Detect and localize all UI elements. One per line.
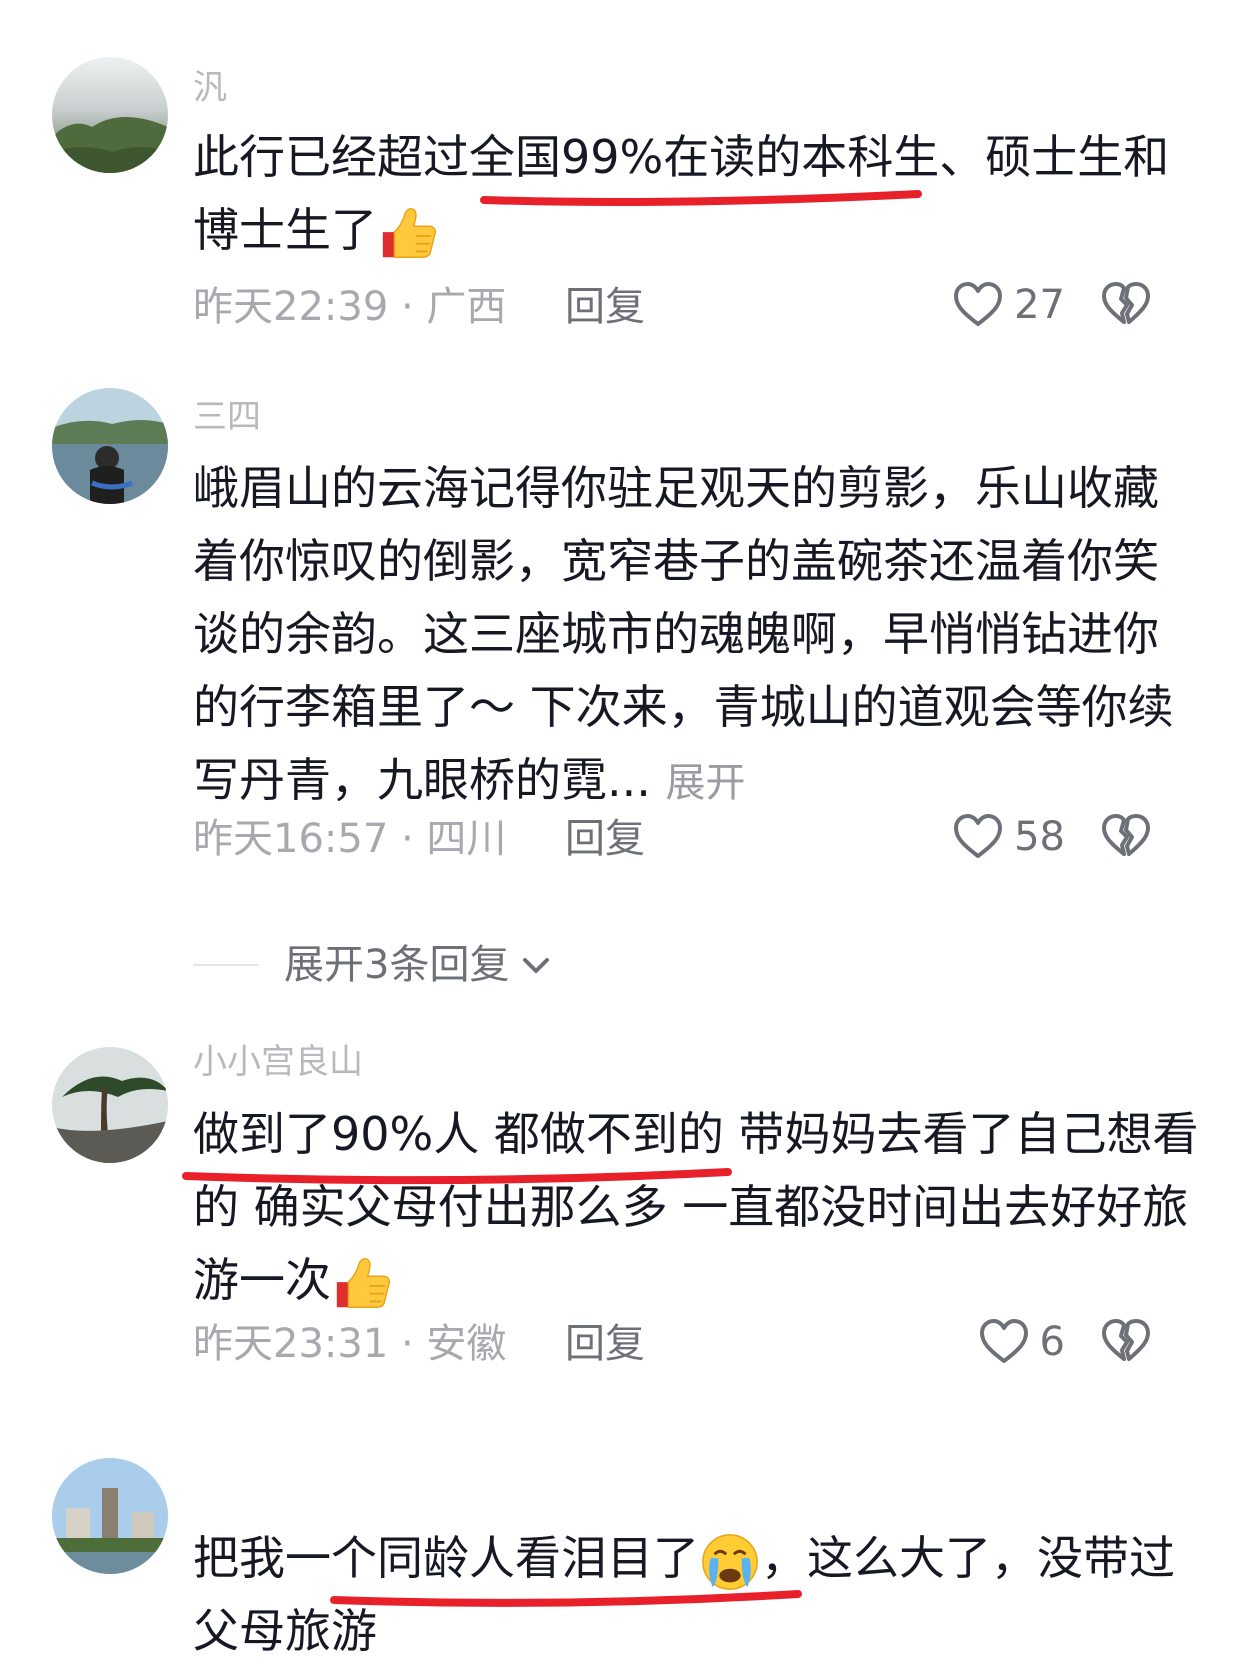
broken-heart-icon	[1100, 1316, 1152, 1368]
expand-replies-label: 展开3条回复	[284, 942, 510, 988]
chevron-down-icon	[519, 948, 553, 982]
like-count: 58	[1014, 814, 1065, 860]
avatar[interactable]	[52, 1047, 168, 1163]
heart-outline-icon	[952, 279, 1004, 331]
expand-button[interactable]: 展开	[666, 760, 746, 806]
comment-text: 做到了90%人 都做不到的 带妈妈去看了自己想看的 确实父母付出那么多 一直都没…	[193, 1098, 1203, 1317]
broken-heart-icon	[1100, 811, 1152, 863]
dislike-button[interactable]	[1100, 1316, 1152, 1380]
dislike-button[interactable]	[1100, 279, 1152, 343]
like-button[interactable]: 6	[978, 1316, 1065, 1368]
time-location: 昨天23:31 · 安徽	[193, 1321, 507, 1367]
avatar[interactable]	[52, 388, 168, 504]
reply-button[interactable]: 回复	[565, 814, 645, 864]
divider-line	[193, 964, 259, 966]
username[interactable]: 汎	[193, 68, 227, 108]
time-location: 昨天22:39 · 广西	[193, 284, 507, 330]
heart-outline-icon	[952, 811, 1004, 863]
time-location: 昨天16:57 · 四川	[193, 816, 507, 862]
comment-text: 峨眉山的云海记得你驻足观天的剪影，乐山收藏着你惊叹的倒影，宽窄巷子的盖碗茶还温着…	[193, 461, 1174, 807]
thumbs-up-icon	[377, 203, 439, 265]
reply-button[interactable]: 回复	[565, 282, 645, 332]
comment-text: 此行已经超过全国99%在读的本科生、硕士生和博士生了	[193, 121, 1203, 267]
username[interactable]: 小小宫良山	[193, 1042, 363, 1082]
heart-outline-icon	[978, 1316, 1030, 1368]
expand-replies-button[interactable]: 展开3条回复	[193, 940, 553, 990]
like-button[interactable]: 58	[952, 811, 1065, 863]
like-count: 27	[1014, 282, 1065, 328]
comment-meta: 昨天16:57 · 四川 回复 58	[193, 814, 1260, 864]
thumbs-up-icon	[331, 1253, 393, 1315]
like-button[interactable]: 27	[952, 279, 1065, 331]
crying-face-icon	[699, 1531, 761, 1593]
comment-text: 把我一个同龄人看泪目了 ，这么大了，没带过父母旅游	[193, 1531, 1175, 1658]
dislike-button[interactable]	[1100, 811, 1152, 875]
avatar[interactable]	[52, 1458, 168, 1574]
avatar[interactable]	[52, 57, 168, 173]
comment-meta: 昨天23:31 · 安徽 回复 6	[193, 1319, 1260, 1369]
comment-meta: 昨天22:39 · 广西 回复 27	[193, 282, 1260, 332]
broken-heart-icon	[1100, 279, 1152, 331]
like-count: 6	[1039, 1319, 1065, 1365]
username[interactable]: 三四	[193, 397, 261, 437]
reply-button[interactable]: 回复	[565, 1319, 645, 1369]
